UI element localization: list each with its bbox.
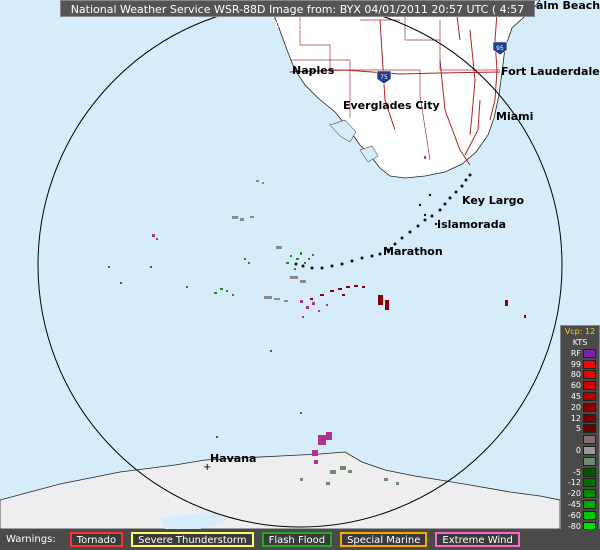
legend-row: 0 <box>561 445 599 456</box>
legend-row-label: 5 <box>575 424 581 434</box>
legend-row-label: 80 <box>570 370 581 380</box>
legend-color-swatch <box>583 392 596 402</box>
warning-tornado-button[interactable]: Tornado <box>69 532 124 547</box>
legend-color-swatch <box>583 510 596 520</box>
legend-color-swatch <box>583 381 596 391</box>
legend-row-label: -20 <box>567 489 581 499</box>
legend-row: 60 <box>561 380 599 391</box>
legend-units-label: KTS <box>572 338 588 347</box>
legend-row-label: -60 <box>567 510 581 520</box>
warning-severe-thunderstorm-button[interactable]: Severe Thunderstorm <box>131 532 254 547</box>
radar-viewer: 75 95 Naples Everglades City Fort Lauder… <box>0 0 600 550</box>
legend-color-swatch <box>583 478 596 488</box>
legend-row: 12 <box>561 413 599 424</box>
legend-vcp-label: Vcp: 12 <box>564 327 596 336</box>
legend-row: 20 <box>561 402 599 413</box>
city-label-marathon: Marathon <box>383 245 443 258</box>
legend-row: 99 <box>561 359 599 370</box>
legend-row-label: 0 <box>575 446 581 456</box>
legend-color-swatch <box>583 467 596 477</box>
legend-row-label: 60 <box>570 381 581 391</box>
city-label-naples: Naples <box>292 64 335 77</box>
radar-title-bar: National Weather Service WSR-88D Image f… <box>60 0 535 33</box>
legend-color-swatch <box>583 446 596 456</box>
legend-row: -5 <box>561 467 599 478</box>
city-label-everglades-city: Everglades City <box>343 99 440 112</box>
warning-extreme-wind-button[interactable]: Extreme Wind <box>435 532 520 547</box>
city-label-havana: Havana <box>210 452 256 465</box>
legend-row: -60 <box>561 510 599 521</box>
water-background <box>0 0 600 529</box>
legend-row-label: 99 <box>570 359 581 369</box>
legend-color-swatch <box>583 424 596 434</box>
legend-row: 45 <box>561 391 599 402</box>
svg-text:75: 75 <box>380 74 388 81</box>
radar-map[interactable]: 75 95 Naples Everglades City Fort Lauder… <box>0 0 600 529</box>
warning-flash-flood-button[interactable]: Flash Flood <box>261 532 333 547</box>
legend-row: RF <box>561 348 599 359</box>
legend-row-label: -12 <box>567 478 581 488</box>
warning-special-marine-button[interactable]: Special Marine <box>340 532 428 547</box>
city-label-fort-lauderdale: Fort Lauderdale <box>501 65 600 78</box>
city-label-palm-beach: alm Beach <box>536 0 600 12</box>
legend-row-label: -5 <box>573 467 581 477</box>
legend-row-label: 12 <box>570 413 581 423</box>
legend-row: -45 <box>561 499 599 510</box>
legend-color-swatch <box>583 413 596 423</box>
legend-row-label: 45 <box>570 392 581 402</box>
city-label-key-largo: Key Largo <box>462 194 525 207</box>
legend-color-swatch <box>583 402 596 412</box>
legend-color-swatch <box>583 348 596 358</box>
legend-color-swatch <box>583 435 596 445</box>
velocity-legend: Vcp: 12 KTS RF 99 80 60 45 20 12 5 0 -5 -12 -20 -45-… <box>560 325 600 550</box>
legend-rows: RF99806045201250-5-12-20-45-60-80-99ND <box>561 348 599 550</box>
city-label-miami: Miami <box>496 110 533 123</box>
legend-row: 80 <box>561 370 599 381</box>
legend-row <box>561 434 599 445</box>
warnings-label: Warnings: <box>6 534 56 545</box>
svg-text:95: 95 <box>496 45 504 52</box>
legend-row-label: -45 <box>567 500 581 510</box>
legend-row: -12 <box>561 478 599 489</box>
legend-row <box>561 456 599 467</box>
legend-row: -20 <box>561 488 599 499</box>
legend-color-swatch <box>583 359 596 369</box>
havana-marker-icon: + <box>203 462 211 473</box>
legend-color-swatch <box>583 500 596 510</box>
legend-row-label: RF <box>570 348 581 358</box>
legend-color-swatch <box>583 489 596 499</box>
legend-row-label: 20 <box>570 402 581 412</box>
legend-color-swatch <box>583 370 596 380</box>
legend-color-swatch <box>583 456 596 466</box>
legend-row: 5 <box>561 424 599 435</box>
city-label-islamorada: Islamorada <box>437 218 506 231</box>
warnings-bar: Warnings: Tornado Severe Thunderstorm Fl… <box>0 529 600 550</box>
